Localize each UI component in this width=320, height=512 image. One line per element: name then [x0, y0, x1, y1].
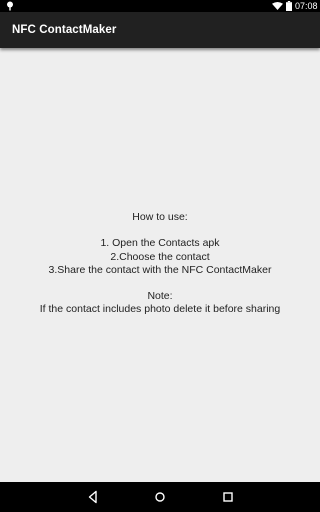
wifi-icon: [272, 2, 283, 10]
location-pin-icon: [7, 1, 13, 11]
note-text: If the contact includes photo delete it …: [39, 303, 281, 316]
instructions-heading: How to use:: [132, 211, 188, 223]
instruction-step: 1. Open the Contacts apk: [100, 237, 220, 250]
instruction-step: 2.Choose the contact: [110, 250, 210, 263]
app-bar: NFC ContactMaker: [0, 12, 320, 48]
main-content: How to use: 1. Open the Contacts apk 2.C…: [0, 48, 320, 482]
status-clock: 07:08: [295, 1, 318, 11]
instructions-block: How to use: 1. Open the Contacts apk 2.C…: [0, 211, 320, 317]
home-icon[interactable]: [152, 489, 168, 505]
note-heading: Note:: [147, 290, 173, 303]
back-icon[interactable]: [85, 489, 101, 505]
navigation-bar: [0, 482, 320, 512]
status-bar: 07:08: [0, 0, 320, 12]
instruction-step: 3.Share the contact with the NFC Contact…: [48, 263, 272, 276]
battery-icon: [286, 1, 292, 11]
recents-icon[interactable]: [220, 489, 236, 505]
app-title: NFC ContactMaker: [12, 24, 117, 36]
